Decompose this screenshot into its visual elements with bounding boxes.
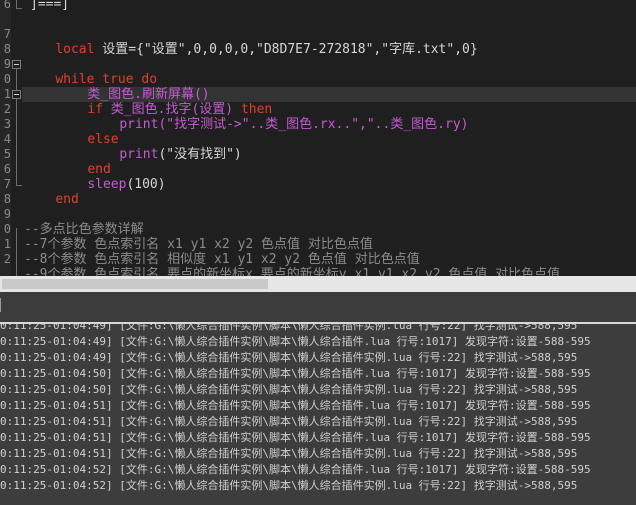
builtin-print: print	[119, 147, 159, 162]
line-number: 3	[3, 117, 11, 131]
line-number: 2	[3, 252, 11, 266]
line-number: 1	[3, 87, 11, 101]
log-line: 0:11:25-01:04:51] [文件:G:\懒人综合插件实例\脚本\懒人综…	[0, 414, 577, 430]
fold-guide	[16, 69, 17, 185]
fold-collapse-icon[interactable]	[12, 90, 21, 99]
log-message: [文件:G:\懒人综合插件实例\脚本\懒人综合插件.lua 行号:1017] 发…	[112, 335, 591, 348]
code-line-while: while true do	[24, 57, 157, 87]
code-line-local: local 设置={"设置",0,0,0,0,"D8D7E7-272818","…	[24, 27, 477, 57]
log-timestamp: 0:11:25-01:04:52]	[0, 463, 113, 476]
code-fragment: ]===]	[30, 0, 70, 12]
log-line: 0:11:25-01:04:52] [文件:G:\懒人综合插件实例\脚本\懒人综…	[0, 478, 577, 494]
code-line-end: end	[56, 147, 110, 177]
log-line: 0:11:25-01:04:51] [文件:G:\懒人综合插件实例\脚本\懒人综…	[0, 398, 591, 414]
log-timestamp: 0:11:25-01:04:49]	[0, 324, 113, 332]
log-line: 0:11:25-01:04:49] [文件:G:\懒人综合插件实例\脚本\懒人综…	[0, 334, 591, 350]
log-timestamp: 0:11:25-01:04:49]	[0, 335, 113, 348]
line-number: 9	[3, 207, 11, 221]
fold-guide	[16, 228, 17, 276]
scrollbar-thumb[interactable]	[2, 279, 268, 289]
builtin-sleep: sleep	[87, 177, 127, 192]
line-number: 5	[3, 147, 11, 161]
log-message: [文件:G:\懒人综合插件实例\脚本\懒人综合插件实例.lua 行号:22] 找…	[112, 479, 578, 492]
code-editor[interactable]: 6 7 8 9 0 1 2 3 4 5 6 7 8 9 0 1 2 ]===] …	[0, 0, 636, 276]
code-comment: --9个参数 色点索引名 要点的新坐标x 要点的新坐标y x1 y1 x2 y2…	[24, 267, 561, 276]
log-message: [文件:G:\懒人综合插件实例\脚本\懒人综合插件实例.lua 行号:22] 找…	[112, 324, 578, 332]
log-message: [文件:G:\懒人综合插件实例\脚本\懒人综合插件实例.lua 行号:22] 找…	[112, 415, 578, 428]
line-number: 7	[3, 177, 11, 191]
log-line: 0:11:25-01:04:52] [文件:G:\懒人综合插件实例\脚本\懒人综…	[0, 462, 591, 478]
line-number: 6	[3, 162, 11, 176]
code-text: 设置={"设置",0,0,0,0,"D8D7E7-272818","字库.txt…	[94, 42, 478, 57]
log-timestamp: 0:11:25-01:04:51]	[0, 431, 113, 444]
log-timestamp: 0:11:25-01:04:50]	[0, 367, 113, 380]
line-number: 0	[3, 222, 11, 236]
keyword-local: local	[55, 42, 95, 57]
code-comment: --7个参数 色点索引名 x1 y1 x2 y2 色点值 对比色点值	[24, 237, 373, 252]
horizontal-scrollbar[interactable]	[0, 276, 636, 292]
log-line: 0:11:25-01:04:51] [文件:G:\懒人综合插件实例\脚本\懒人综…	[0, 430, 591, 446]
log-timestamp: 0:11:25-01:04:51]	[0, 447, 113, 460]
code-args: ("没有找到")	[158, 147, 242, 162]
log-line: 0:11:25-01:04:49] [文件:G:\懒人综合插件实例\脚本\懒人综…	[0, 350, 577, 366]
code-args: (100)	[126, 177, 166, 192]
fold-guide-end	[16, 185, 22, 186]
log-line: 0:11:25-01:04:49] [文件:G:\懒人综合插件实例\脚本\懒人综…	[0, 324, 577, 334]
log-line: 0:11:25-01:04:50] [文件:G:\懒人综合插件实例\脚本\懒人综…	[0, 382, 577, 398]
code-comment: --8个参数 色点索引名 相似度 x1 y1 x2 y2 色点值 对比色点值	[24, 252, 420, 267]
line-number: 0	[3, 72, 11, 86]
line-number: 7	[3, 27, 11, 41]
line-number: 8	[3, 192, 11, 206]
line-number: 6	[3, 0, 11, 11]
keyword-end: end	[55, 192, 79, 207]
log-timestamp: 0:11:25-01:04:50]	[0, 383, 113, 396]
log-message: [文件:G:\懒人综合插件实例\脚本\懒人综合插件.lua 行号:1017] 发…	[112, 367, 591, 380]
code-line-print1: print("找字测试->"..类_图色.rx..","..类_图色.ry)	[88, 102, 468, 132]
code-line-sleep: sleep(100)	[56, 162, 165, 192]
line-number: 4	[3, 132, 11, 146]
splitter-grip	[0, 298, 1, 312]
code-comment: --多点比色参数详解	[24, 222, 144, 237]
fold-guide-end	[16, 8, 22, 9]
line-number-gutter: 6 7 8 9 0 1 2 3 4 5 6 7 8 9 0 1 2	[0, 0, 11, 276]
log-message: [文件:G:\懒人综合插件实例\脚本\懒人综合插件.lua 行号:1017] 发…	[112, 399, 591, 412]
line-number: 2	[3, 102, 11, 116]
code-line-refresh: 类_图色.刷新屏幕()	[56, 72, 209, 102]
line-number: 9	[3, 57, 11, 71]
code-line-print2: print("没有找到")	[88, 132, 241, 162]
line-number: 1	[3, 237, 11, 251]
panel-splitter[interactable]	[0, 292, 636, 324]
fold-collapse-icon[interactable]	[12, 60, 21, 69]
log-message: [文件:G:\懒人综合插件实例\脚本\懒人综合插件实例.lua 行号:22] 找…	[112, 447, 578, 460]
log-line: 0:11:25-01:04:51] [文件:G:\懒人综合插件实例\脚本\懒人综…	[0, 446, 577, 462]
code-line-else: else	[56, 117, 118, 147]
log-timestamp: 0:11:25-01:04:51]	[0, 399, 113, 412]
log-message: [文件:G:\懒人综合插件实例\脚本\懒人综合插件.lua 行号:1017] 发…	[112, 463, 591, 476]
log-message: [文件:G:\懒人综合插件实例\脚本\懒人综合插件实例.lua 行号:22] 找…	[112, 351, 578, 364]
log-timestamp: 0:11:25-01:04:49]	[0, 351, 113, 364]
log-message: [文件:G:\懒人综合插件实例\脚本\懒人综合插件实例.lua 行号:22] 找…	[112, 383, 578, 396]
log-timestamp: 0:11:25-01:04:51]	[0, 415, 113, 428]
builtin-print: print	[119, 117, 159, 132]
line-number: 8	[3, 42, 11, 56]
code-args: ("找字测试->"..类_图色.rx..","..类_图色.ry)	[158, 117, 469, 132]
log-line: 0:11:25-01:04:50] [文件:G:\懒人综合插件实例\脚本\懒人综…	[0, 366, 591, 382]
log-message: [文件:G:\懒人综合插件实例\脚本\懒人综合插件.lua 行号:1017] 发…	[112, 431, 591, 444]
output-log-panel[interactable]: 0:11:25-01:04:49] [文件:G:\懒人综合插件实例\脚本\懒人综…	[0, 324, 636, 505]
code-line-if: if 类_图色.找字(设置) then	[56, 87, 272, 117]
fold-guide	[16, 0, 17, 8]
log-timestamp: 0:11:25-01:04:52]	[0, 479, 113, 492]
code-line-end: end	[24, 177, 78, 207]
